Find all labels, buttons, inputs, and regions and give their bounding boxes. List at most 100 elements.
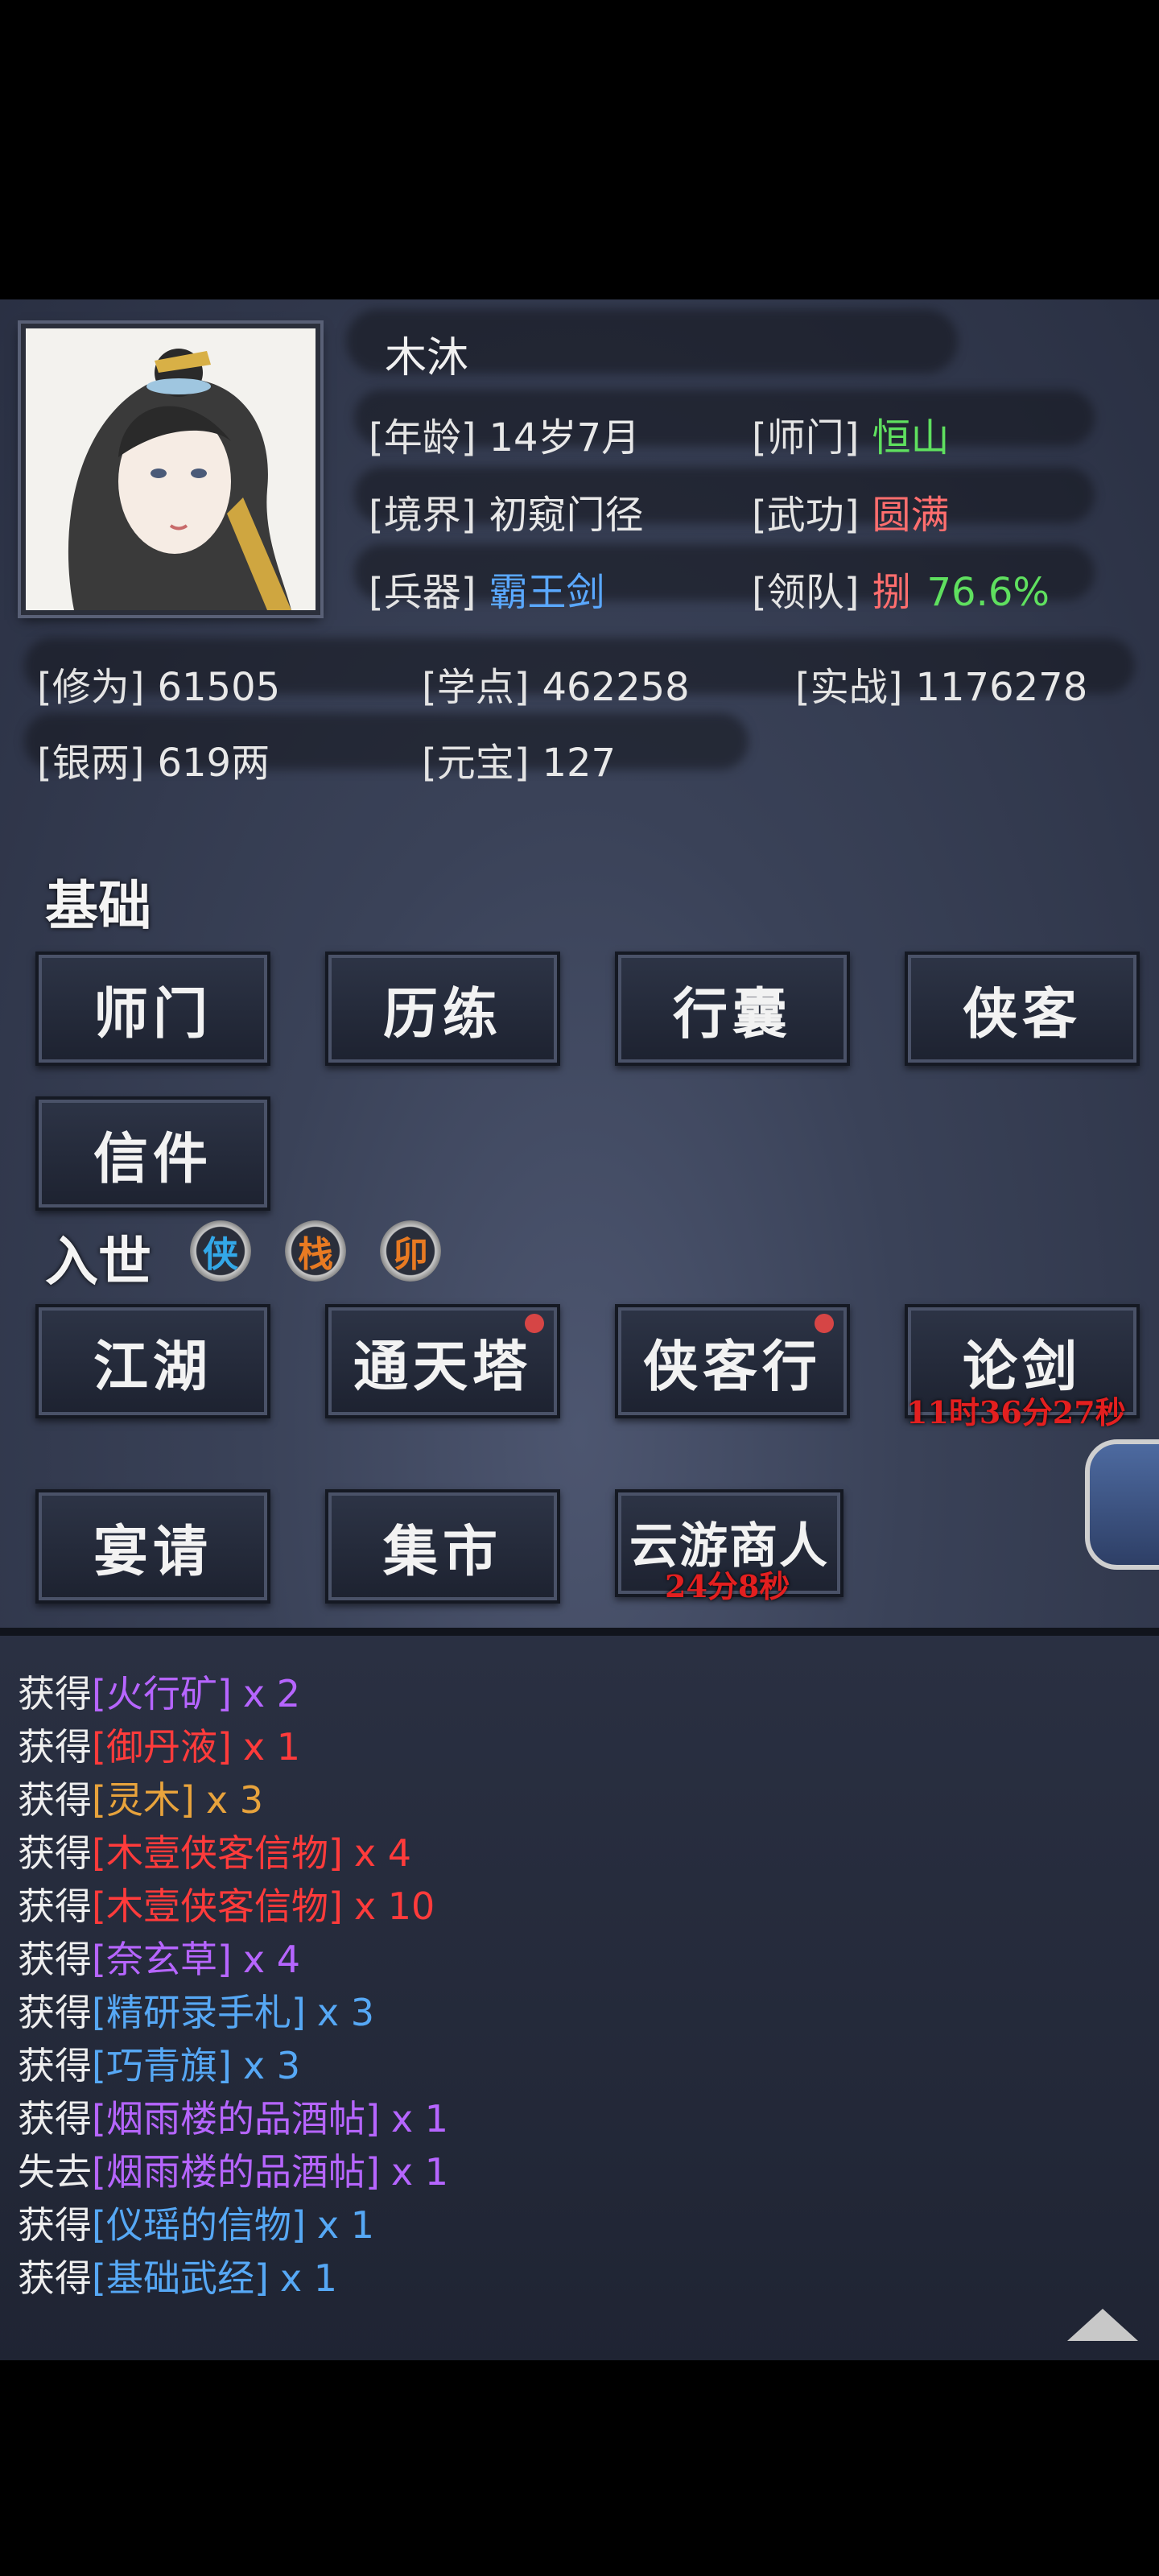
realm-label: [境界] <box>369 493 476 538</box>
silver-value: 619两 <box>157 741 270 786</box>
merchant-timer: 24分8秒 <box>665 1568 790 1604</box>
log-item[interactable]: [御丹液] <box>92 1725 232 1769</box>
study-label: [学点] <box>422 665 530 710</box>
badge-zhan[interactable]: 栈 <box>285 1220 346 1282</box>
button-training[interactable]: 历练 <box>325 952 560 1066</box>
game-screen: 木沐 [年龄] 14岁7月 [师门] 恒山 [境界] 初窥门径 [武功] 圆满 [兵器]… <box>0 299 1159 2360</box>
log-item[interactable]: [烟雨楼的品酒帖] <box>92 2097 380 2140</box>
age-row: [年龄] 14岁7月 <box>369 406 640 462</box>
age-label: [年龄] <box>369 415 476 460</box>
log-quantity: x 4 <box>242 1938 301 1981</box>
log-quantity: x 1 <box>390 2150 449 2194</box>
log-quantity: x 1 <box>242 1725 301 1769</box>
log-item[interactable]: [精研录手札] <box>92 1991 306 2034</box>
notification-dot <box>815 1314 834 1333</box>
combat-row: [实战] 1176278 <box>795 655 1087 712</box>
team-name[interactable]: 捌 <box>872 570 910 615</box>
combat-value: 1176278 <box>915 665 1088 710</box>
scroll-up-icon[interactable] <box>1067 2309 1138 2341</box>
notification-dot <box>525 1314 544 1333</box>
log-entry: 获得[奈玄草] x 4 <box>18 1930 300 1984</box>
log-item[interactable]: [仪瑶的信物] <box>92 2203 306 2247</box>
log-verb: 获得 <box>18 2256 92 2300</box>
lunjian-timer: 11时36分27秒 <box>906 1394 1126 1430</box>
avatar-illustration <box>26 328 316 610</box>
combat-label: [实战] <box>795 665 903 710</box>
log-item[interactable]: [木壹侠客信物] <box>92 1831 343 1875</box>
martial-row: [武功] 圆满 <box>752 483 949 539</box>
sect-value[interactable]: 恒山 <box>872 415 949 460</box>
log-item[interactable]: [基础武经] <box>92 2256 269 2300</box>
button-jianghu[interactable]: 江湖 <box>35 1304 270 1418</box>
log-quantity: x 10 <box>353 1885 435 1928</box>
log-entry: 失去[烟雨楼的品酒帖] x 1 <box>18 2143 448 2196</box>
log-entry: 获得[木壹侠客信物] x 10 <box>18 1877 435 1930</box>
study-value: 462258 <box>542 665 690 710</box>
log-verb: 获得 <box>18 1938 92 1981</box>
button-inventory[interactable]: 行囊 <box>615 952 850 1066</box>
cultivation-row: [修为] 61505 <box>37 655 280 712</box>
cultivation-value: 61505 <box>157 665 281 710</box>
log-verb: 获得 <box>18 1725 92 1769</box>
log-entry: 获得[烟雨楼的品酒帖] x 1 <box>18 2090 448 2143</box>
log-quantity: x 3 <box>316 1991 375 2034</box>
realm-row: [境界] 初窥门径 <box>369 483 643 539</box>
team-label: [领队] <box>752 570 860 615</box>
player-name: 木沐 <box>385 334 469 382</box>
log-verb: 获得 <box>18 1672 92 1715</box>
section-title-world: 入世 <box>45 1230 151 1293</box>
team-row: [领队] 捌 76.6% <box>752 560 1050 617</box>
log-entry: 获得[精研录手札] x 3 <box>18 1984 374 2037</box>
log-entry: 获得[木壹侠客信物] x 4 <box>18 1824 411 1877</box>
button-heroes[interactable]: 侠客 <box>905 952 1140 1066</box>
weapon-row: [兵器] 霸王剑 <box>369 560 604 617</box>
yuanbao-label: [元宝] <box>422 741 530 786</box>
log-entry: 获得[灵木] x 3 <box>18 1771 263 1824</box>
log-verb: 获得 <box>18 1885 92 1928</box>
log-entry: 获得[仪瑶的信物] x 1 <box>18 2196 374 2249</box>
weapon-label: [兵器] <box>369 570 476 615</box>
log-quantity: x 3 <box>205 1778 264 1822</box>
log-quantity: x 4 <box>353 1831 412 1875</box>
log-entry: 获得[基础武经] x 1 <box>18 2249 337 2302</box>
button-market[interactable]: 集市 <box>325 1489 560 1604</box>
log-verb: 获得 <box>18 2097 92 2140</box>
log-item[interactable]: [火行矿] <box>92 1672 232 1715</box>
log-verb: 失去 <box>18 2150 92 2194</box>
avatar[interactable] <box>21 324 320 615</box>
age-value: 14岁7月 <box>489 415 641 460</box>
log-item[interactable]: [烟雨楼的品酒帖] <box>92 2150 380 2194</box>
log-item[interactable]: [奈玄草] <box>92 1938 232 1981</box>
badge-mao[interactable]: 卯 <box>380 1220 441 1282</box>
message-log[interactable]: 获得[火行矿] x 2 获得[御丹液] x 1 获得[灵木] x 3 获得[木壹侠客信物] x… <box>0 1628 1159 2360</box>
button-banquet[interactable]: 宴请 <box>35 1489 270 1604</box>
log-verb: 获得 <box>18 2044 92 2087</box>
log-item[interactable]: [灵木] <box>92 1778 195 1822</box>
log-quantity: x 3 <box>242 2044 301 2087</box>
sect-label: [师门] <box>752 415 860 460</box>
sect-row: [师门] 恒山 <box>752 406 949 462</box>
log-item[interactable]: [巧青旗] <box>92 2044 232 2087</box>
cultivation-label: [修为] <box>37 665 145 710</box>
log-quantity: x 1 <box>316 2203 375 2247</box>
button-mail[interactable]: 信件 <box>35 1096 270 1211</box>
weapon-value[interactable]: 霸王剑 <box>489 570 604 615</box>
section-title-basic: 基础 <box>45 874 151 937</box>
log-verb: 获得 <box>18 1778 92 1822</box>
log-verb: 获得 <box>18 1831 92 1875</box>
badge-xia[interactable]: 侠 <box>190 1220 251 1282</box>
log-verb: 获得 <box>18 1991 92 2034</box>
study-row: [学点] 462258 <box>422 655 690 712</box>
silver-label: [银两] <box>37 741 145 786</box>
realm-value: 初窥门径 <box>489 493 644 538</box>
side-book-icon[interactable] <box>1085 1439 1159 1570</box>
log-quantity: x 1 <box>390 2097 449 2140</box>
log-item[interactable]: [木壹侠客信物] <box>92 1885 343 1928</box>
martial-value[interactable]: 圆满 <box>872 493 949 538</box>
log-quantity: x 2 <box>242 1672 301 1715</box>
martial-label: [武功] <box>752 493 860 538</box>
log-entry: 获得[御丹液] x 1 <box>18 1718 300 1771</box>
button-sect[interactable]: 师门 <box>35 952 270 1066</box>
yuanbao-row: [元宝] 127 <box>422 731 616 787</box>
log-entry: 获得[火行矿] x 2 <box>18 1665 300 1718</box>
